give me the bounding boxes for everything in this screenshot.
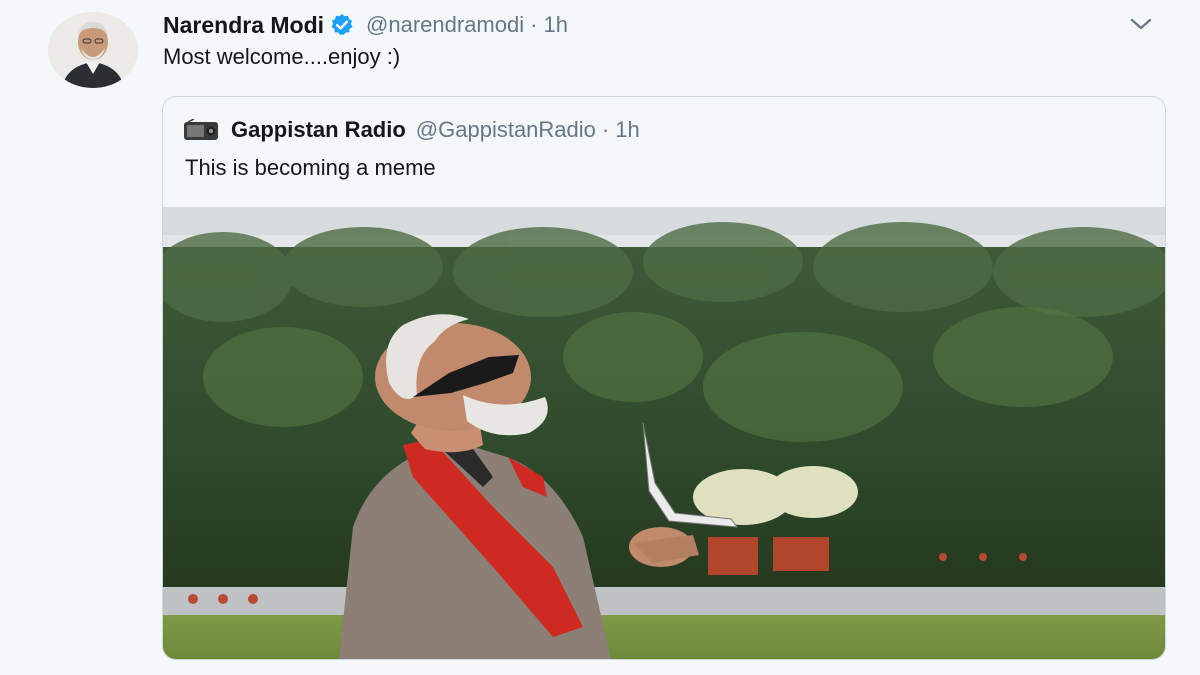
tweet-timestamp[interactable]: 1h: [543, 12, 567, 38]
quoted-author-handle[interactable]: @GappistanRadio: [416, 117, 596, 143]
quoted-timestamp[interactable]: 1h: [615, 117, 639, 143]
tweet-text: Most welcome....enjoy :): [163, 44, 401, 69]
author-name[interactable]: Narendra Modi: [163, 12, 324, 39]
quoted-tweet-text: This is becoming a meme: [185, 155, 436, 180]
radio-icon: [183, 118, 219, 141]
quoted-tweet[interactable]: Gappistan Radio @GappistanRadio · 1h Thi…: [162, 96, 1166, 660]
avatar[interactable]: [48, 12, 138, 88]
avatar-image: [48, 12, 138, 88]
quoted-tweet-header: Gappistan Radio @GappistanRadio · 1h: [183, 115, 640, 145]
verified-badge-icon: [330, 13, 354, 37]
quoted-author-name[interactable]: Gappistan Radio: [231, 117, 406, 143]
separator-dot: ·: [601, 117, 610, 142]
quoted-tweet-photo[interactable]: [163, 207, 1165, 659]
tweet-card[interactable]: Narendra Modi @narendramodi · 1h Most we…: [8, 0, 1192, 675]
separator-dot: ·: [530, 12, 538, 37]
chevron-down-icon[interactable]: [1128, 14, 1154, 34]
tweet-header: Narendra Modi @narendramodi · 1h: [163, 10, 568, 40]
author-handle[interactable]: @narendramodi: [366, 12, 524, 38]
